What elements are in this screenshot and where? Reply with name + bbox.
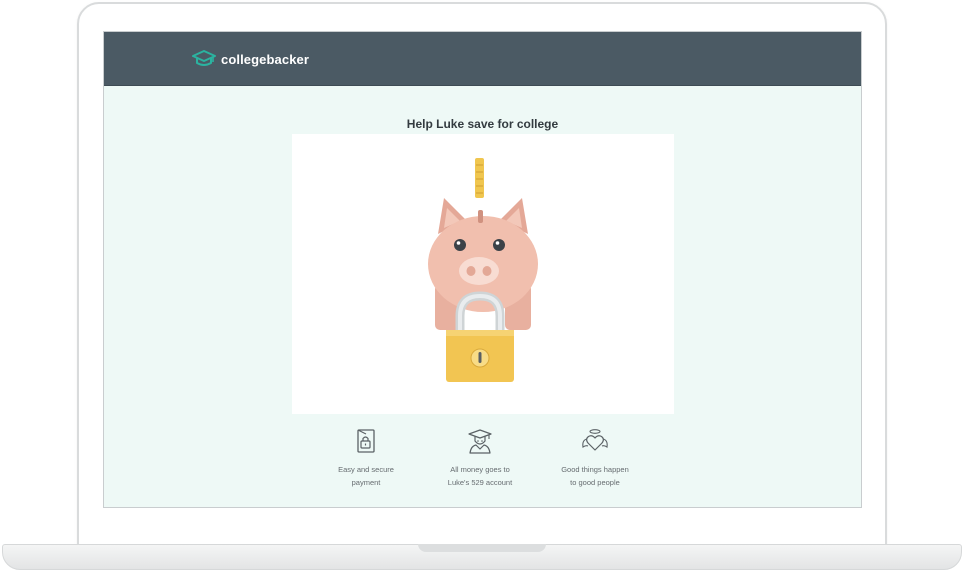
piggy-bank-icon xyxy=(428,198,538,330)
coin-icon xyxy=(475,158,484,198)
top-header: collegebacker xyxy=(104,32,861,86)
feature-secure-payment: Easy and secure payment xyxy=(306,428,426,489)
feature-529-account: All money goes to Luke's 529 account xyxy=(420,428,540,489)
feature-good-people: Good things happen to good people xyxy=(535,428,655,489)
feature-text-line-1: Easy and secure xyxy=(338,465,394,474)
brand-name: collegebacker xyxy=(221,51,310,67)
brand-logo[interactable]: collegebacker xyxy=(192,48,309,70)
feature-text-line-2: payment xyxy=(351,478,381,487)
feature-text-line-1: All money goes to xyxy=(450,465,510,474)
graduation-cap-icon xyxy=(192,50,216,66)
feature-text-line-2: Luke's 529 account xyxy=(447,478,513,487)
feature-text-line-2: to good people xyxy=(570,478,620,487)
feature-text-line-1: Good things happen xyxy=(561,465,629,474)
angel-heart-icon xyxy=(582,429,608,451)
graduate-icon xyxy=(468,429,492,454)
page-title: Help Luke save for college xyxy=(406,117,559,131)
laptop-notch xyxy=(418,544,546,552)
secure-lock-icon xyxy=(357,429,375,453)
hero-image xyxy=(292,134,674,414)
app-screen: collegebacker Help Luke save for college xyxy=(103,31,862,508)
